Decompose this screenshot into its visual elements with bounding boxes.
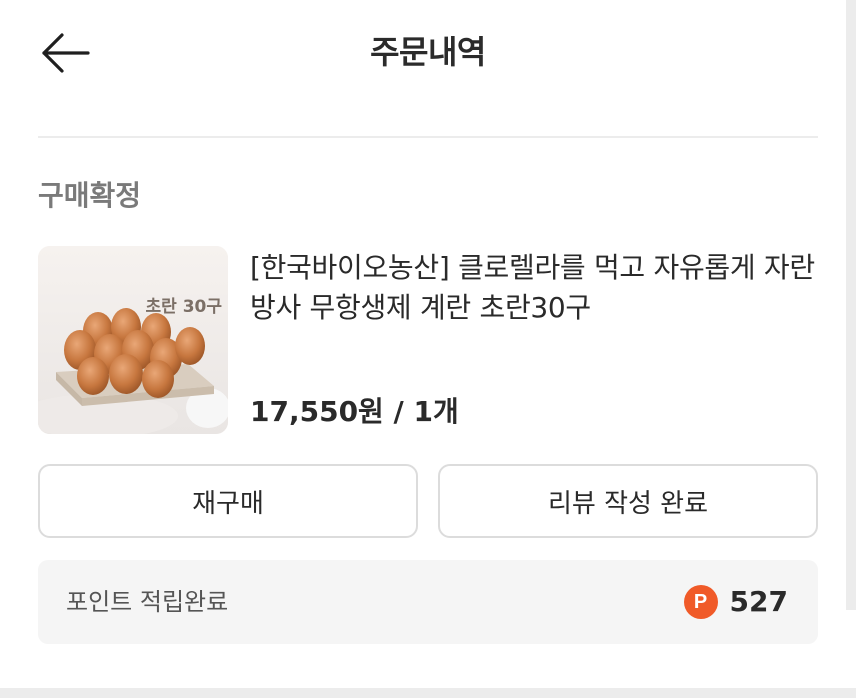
points-value-group: P 527 <box>683 582 788 622</box>
rebuy-button-label: 재구매 <box>192 488 264 519</box>
review-complete-button[interactable]: 리뷰 작성 완료 <box>438 464 818 538</box>
header: 주문내역 <box>0 0 856 110</box>
egg-carton-image: 초란 30구 <box>38 246 228 434</box>
points-value: 527 <box>729 585 788 618</box>
page-title: 주문내역 <box>370 33 486 71</box>
order-status-label: 구매확정 <box>38 179 142 212</box>
point-coin-letter: P <box>693 591 708 613</box>
point-coin-icon: P <box>683 585 718 619</box>
product-image[interactable]: 초란 30구 <box>38 246 228 434</box>
bottom-divider <box>0 688 856 698</box>
header-divider <box>38 136 818 138</box>
order-history-page: 주문내역 구매확정 초란 30구 [한국바이오농산] 클로렐라를 먹고 자유롭게… <box>0 0 856 698</box>
points-summary: 포인트 적립완료 P 527 <box>38 560 818 644</box>
review-button-label: 리뷰 작성 완료 <box>547 488 709 519</box>
product-price: 17,550원 / 1개 <box>250 395 459 428</box>
product-title[interactable]: [한국바이오농산] 클로렐라를 먹고 자유롭게 자란 방사 무항생제 계란 초란… <box>250 248 830 328</box>
product-image-badge: 초란 30구 <box>146 297 223 317</box>
rebuy-button[interactable]: 재구매 <box>38 464 418 538</box>
scrollbar[interactable] <box>846 0 856 610</box>
points-label: 포인트 적립완료 <box>66 588 229 616</box>
